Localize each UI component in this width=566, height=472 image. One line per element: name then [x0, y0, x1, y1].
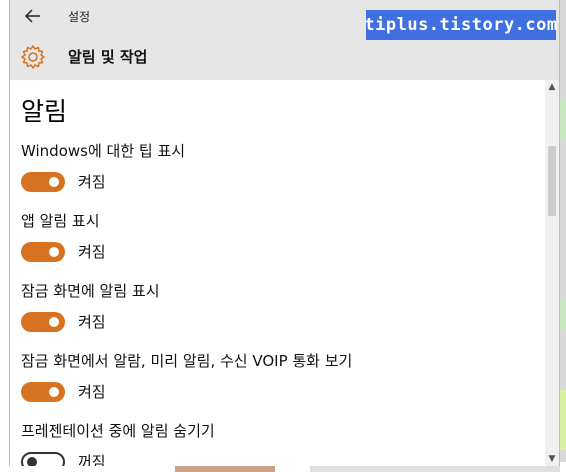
app-notifications-toggle[interactable] [21, 242, 65, 262]
page-title: 알림 및 작업 [68, 48, 148, 66]
settings-window: 설정 알림 및 작업 알림 Windows에 대한 팁 표시 켜짐 앱 알림 표… [9, 0, 560, 466]
windows-tips-toggle[interactable] [21, 172, 65, 192]
setting-label: 잠금 화면에 알림 표시 [21, 282, 160, 300]
toggle-knob [49, 177, 59, 187]
vertical-scrollbar[interactable]: ▲ ▼ [545, 80, 559, 466]
setting-lock-screen-alarms: 잠금 화면에서 알람, 미리 알림, 수신 VOIP 통화 보기 켜짐 [21, 350, 541, 408]
watermark: tiplus.tistory.com [364, 10, 557, 40]
lock-screen-notifications-toggle[interactable] [21, 312, 65, 332]
back-arrow-icon [25, 9, 40, 23]
toggle-state-label: 켜짐 [78, 243, 106, 261]
scrollbar-thumb[interactable] [548, 146, 556, 216]
setting-label: 프레젠테이션 중에 알림 숨기기 [21, 422, 215, 440]
toggle-state-label: 켜짐 [78, 173, 106, 191]
setting-lock-screen-notifications: 잠금 화면에 알림 표시 켜짐 [21, 280, 541, 338]
setting-label: 앱 알림 표시 [21, 212, 100, 230]
setting-label: 잠금 화면에서 알람, 미리 알림, 수신 VOIP 통화 보기 [21, 352, 353, 370]
hide-during-presentation-toggle[interactable] [21, 452, 65, 466]
setting-windows-tips: Windows에 대한 팁 표시 켜짐 [21, 140, 541, 198]
settings-content: 알림 Windows에 대한 팁 표시 켜짐 앱 알림 표시 켜짐 잠금 화면에… [10, 80, 545, 466]
back-button[interactable] [18, 4, 48, 28]
toggle-state-label: 꺼짐 [78, 453, 106, 466]
toggle-knob [49, 387, 59, 397]
section-title: 알림 [21, 97, 68, 126]
toggle-knob [27, 457, 37, 466]
toggle-knob [49, 317, 59, 327]
setting-app-notifications: 앱 알림 표시 켜짐 [21, 210, 541, 268]
chevron-down-icon[interactable]: ▼ [545, 452, 559, 466]
setting-label: Windows에 대한 팁 표시 [21, 142, 186, 160]
toggle-knob [49, 247, 59, 257]
toggle-state-label: 켜짐 [78, 383, 106, 401]
window-title: 설정 [68, 10, 91, 24]
lock-screen-alarms-toggle[interactable] [21, 382, 65, 402]
chevron-up-icon[interactable]: ▲ [545, 80, 559, 94]
toggle-state-label: 켜짐 [78, 313, 106, 331]
setting-hide-during-presentation: 프레젠테이션 중에 알림 숨기기 꺼짐 [21, 420, 541, 466]
gear-icon [21, 45, 45, 69]
